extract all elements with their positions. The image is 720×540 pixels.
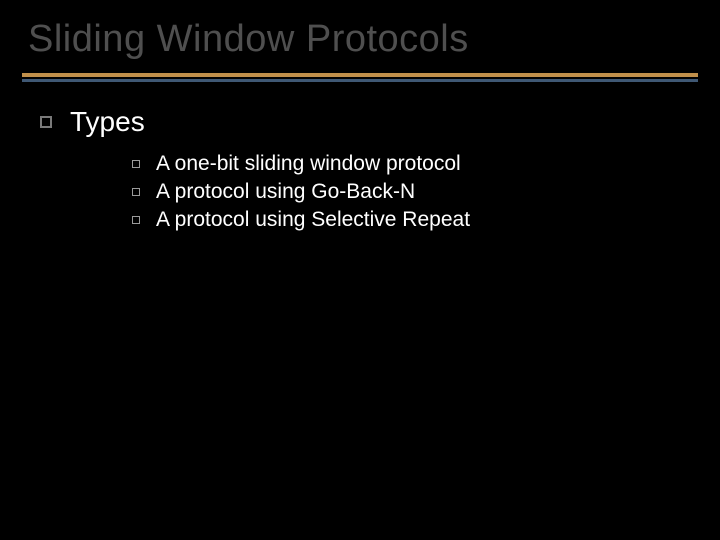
slide: Sliding Window Protocols Types A one-bit… bbox=[0, 0, 720, 540]
content-area: Types A one-bit sliding window protocol … bbox=[0, 82, 720, 232]
divider bbox=[0, 73, 720, 82]
square-bullet-icon bbox=[132, 160, 140, 168]
square-bullet-icon bbox=[40, 116, 52, 128]
list-item: A one-bit sliding window protocol bbox=[132, 152, 720, 176]
list-item: A protocol using Go-Back-N bbox=[132, 180, 720, 204]
sublist: A one-bit sliding window protocol A prot… bbox=[40, 152, 720, 232]
list-item-label: A one-bit sliding window protocol bbox=[156, 152, 461, 176]
square-bullet-icon bbox=[132, 188, 140, 196]
list-item: Types bbox=[40, 106, 720, 138]
list-item-label: Types bbox=[70, 106, 145, 138]
slide-title: Sliding Window Protocols bbox=[0, 0, 720, 73]
divider-top bbox=[22, 73, 698, 77]
list-item-label: A protocol using Go-Back-N bbox=[156, 180, 415, 204]
square-bullet-icon bbox=[132, 216, 140, 224]
list-item-label: A protocol using Selective Repeat bbox=[156, 208, 470, 232]
list-item: A protocol using Selective Repeat bbox=[132, 208, 720, 232]
